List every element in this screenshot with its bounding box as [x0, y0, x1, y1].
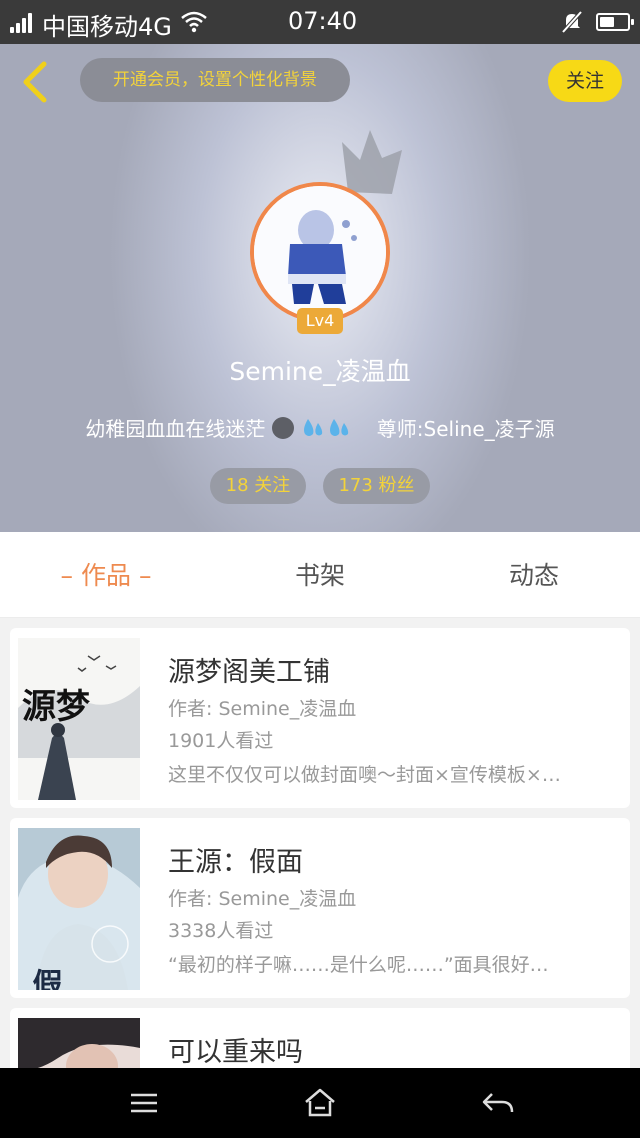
vip-banner[interactable]: 开通会员，设置个性化背景	[80, 58, 350, 102]
signal-icon	[10, 13, 36, 33]
book-author: 作者: Semine_凌温血	[168, 698, 357, 720]
mute-icon	[561, 10, 583, 34]
status-bar: 中国移动4G 07:40	[0, 0, 640, 44]
book-title: 王源：假面	[168, 847, 303, 878]
menu-icon[interactable]	[124, 1086, 164, 1120]
book-cover-text: 假面	[27, 968, 63, 990]
book-cover-text: 源梦	[22, 687, 90, 727]
tab-works[interactable]: – 作品 –	[20, 532, 192, 618]
clock: 07:40	[288, 7, 358, 35]
system-nav-bar	[0, 1068, 640, 1138]
book-title: 源梦阁美工铺	[168, 657, 330, 688]
book-description: 这里不仅仅可以做封面噢～封面×宣传模板×…	[168, 764, 561, 786]
username: Semine_凌温血	[229, 357, 411, 386]
tab-bookshelf[interactable]: 书架	[234, 532, 406, 618]
back-icon[interactable]	[14, 60, 54, 104]
book-cover: 源梦	[18, 638, 140, 800]
following-count-button[interactable]: 18 关注	[210, 468, 306, 504]
home-icon[interactable]	[300, 1086, 340, 1120]
book-cover: 假面	[18, 828, 140, 990]
bio-mentor: 尊师:Seline_凌子源	[376, 417, 555, 441]
book-title: 可以重来吗	[168, 1037, 303, 1068]
book-card[interactable]: 源梦 源梦阁美工铺 作者: Semine_凌温血 1901人看过 这里不仅仅可以…	[10, 628, 630, 808]
battery-icon	[596, 13, 634, 31]
book-list: 源梦 源梦阁美工铺 作者: Semine_凌温血 1901人看过 这里不仅仅可以…	[0, 618, 640, 1068]
follow-button[interactable]: 关注	[548, 60, 622, 102]
carrier-label: 中国移动4G	[42, 13, 172, 41]
back-nav-icon[interactable]	[478, 1086, 518, 1120]
book-card[interactable]: 假面 王源：假面 作者: Semine_凌温血 3338人看过 “最初的样子嘛……	[10, 818, 630, 998]
level-badge: Lv4	[297, 308, 343, 334]
tab-activity[interactable]: 动态	[448, 532, 620, 618]
book-description: “最初的样子嘛……是什么呢……”面具很好…	[168, 954, 549, 976]
sweat-drops-emoji-icon	[304, 419, 349, 436]
profile-header: 开通会员，设置个性化背景 关注 Lv4 Semine_凌温血 幼稚园血血在线迷茫	[0, 44, 640, 532]
book-readers: 1901人看过	[168, 730, 274, 752]
tab-bar: – 作品 – 书架 动态	[0, 532, 640, 618]
stats-row: 18 关注 173 粉丝	[0, 468, 640, 504]
followers-count-button[interactable]: 173 粉丝	[323, 468, 430, 504]
book-readers: 3338人看过	[168, 920, 274, 942]
bio-text: 幼稚园血血在线迷茫	[85, 417, 266, 441]
avatar[interactable]	[250, 182, 390, 322]
book-author: 作者: Semine_凌温血	[168, 888, 357, 910]
bio: 幼稚园血血在线迷茫 尊师:Seline_凌子源	[0, 413, 640, 442]
book-card[interactable]: 可以重来吗	[10, 1008, 630, 1068]
book-cover	[18, 1018, 140, 1068]
wifi-icon	[181, 11, 207, 33]
dark-face-emoji-icon	[271, 417, 294, 439]
avatar-image	[254, 186, 386, 318]
profile-screen: 中国移动4G 07:40 开通会员，设置个性化背景 关注 Lv4 Semine_…	[0, 0, 640, 1138]
